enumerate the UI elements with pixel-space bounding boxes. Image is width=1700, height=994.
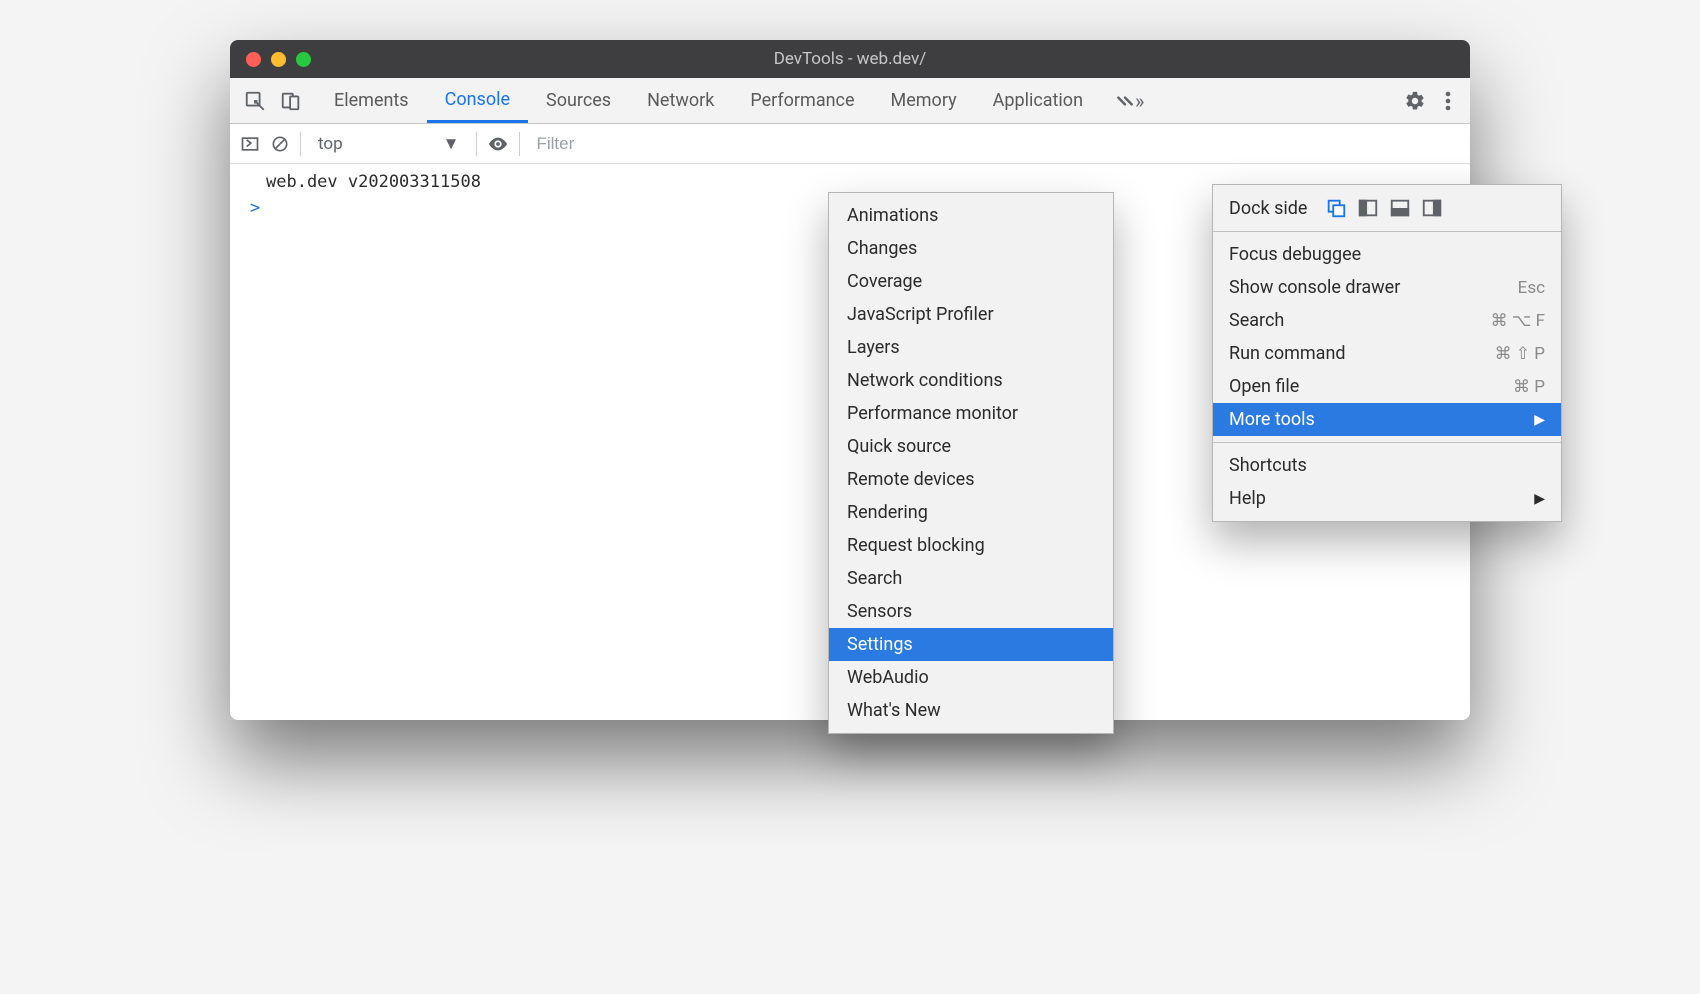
dock-undock-icon[interactable]	[1325, 197, 1347, 219]
more-tools-submenu: AnimationsChangesCoverageJavaScript Prof…	[828, 192, 1114, 734]
submenu-item-quick-source[interactable]: Quick source	[829, 430, 1113, 463]
close-window-button[interactable]	[246, 52, 261, 67]
menu-item-focus-debuggee[interactable]: Focus debuggee	[1213, 238, 1561, 271]
main-menu: Dock side	[1212, 184, 1562, 522]
menu-item-label: Help	[1229, 488, 1266, 509]
submenu-item-sensors[interactable]: Sensors	[829, 595, 1113, 628]
toggle-sidebar-icon[interactable]	[240, 134, 260, 154]
submenu-arrow-icon: ▶	[1534, 412, 1545, 428]
window-title: DevTools - web.dev/	[230, 49, 1470, 69]
dock-left-icon[interactable]	[1357, 197, 1379, 219]
dock-side-row: Dock side	[1213, 191, 1561, 225]
menu-item-show-console-drawer[interactable]: Show console drawer Esc	[1213, 271, 1561, 304]
menu-item-search[interactable]: Search ⌘ ⌥ F	[1213, 304, 1561, 337]
tab-application[interactable]: Application	[975, 78, 1101, 123]
traffic-lights	[230, 52, 311, 67]
submenu-item-what-s-new[interactable]: What's New	[829, 694, 1113, 727]
menu-item-label: Focus debuggee	[1229, 244, 1361, 265]
menu-item-shortcut: Esc	[1518, 278, 1545, 298]
toolbar-divider	[519, 132, 520, 156]
maximize-window-button[interactable]	[296, 52, 311, 67]
submenu-item-performance-monitor[interactable]: Performance monitor	[829, 397, 1113, 430]
menu-main-section: Focus debuggee Show console drawer Esc Sear…	[1213, 232, 1561, 442]
submenu-item-search[interactable]: Search	[829, 562, 1113, 595]
tab-network[interactable]: Network	[629, 78, 732, 123]
panel-tabs: ElementsConsoleSourcesNetworkPerformance…	[316, 78, 1101, 123]
menu-item-label: Shortcuts	[1229, 455, 1307, 476]
clear-console-icon[interactable]	[270, 134, 290, 154]
settings-icon[interactable]	[1404, 90, 1426, 112]
inspect-element-icon[interactable]	[244, 90, 266, 112]
submenu-item-rendering[interactable]: Rendering	[829, 496, 1113, 529]
tab-elements[interactable]: Elements	[316, 78, 427, 123]
kebab-menu-icon[interactable]	[1444, 90, 1452, 112]
submenu-item-coverage[interactable]: Coverage	[829, 265, 1113, 298]
menu-item-run-command[interactable]: Run command ⌘ ⇧ P	[1213, 337, 1561, 370]
menu-item-open-file[interactable]: Open file ⌘ P	[1213, 370, 1561, 403]
menu-item-label: More tools	[1229, 409, 1315, 430]
menu-item-shortcut: ⌘ P	[1513, 377, 1545, 397]
toolbar-divider	[476, 132, 477, 156]
menu-item-shortcut: ⌘ ⌥ F	[1491, 311, 1545, 331]
console-toolbar: top ▼	[230, 124, 1470, 164]
devtools-window: DevTools - web.dev/	[230, 40, 1470, 720]
tab-sources[interactable]: Sources	[528, 78, 629, 123]
submenu-item-changes[interactable]: Changes	[829, 232, 1113, 265]
tab-console[interactable]: Console	[427, 78, 528, 123]
context-selector-label: top	[318, 134, 343, 154]
menu-item-shortcut: ⌘ ⇧ P	[1495, 344, 1545, 364]
submenu-item-network-conditions[interactable]: Network conditions	[829, 364, 1113, 397]
submenu-item-remote-devices[interactable]: Remote devices	[829, 463, 1113, 496]
tab-performance[interactable]: Performance	[732, 78, 872, 123]
panel-tabbar: ElementsConsoleSourcesNetworkPerformance…	[230, 78, 1470, 124]
submenu-item-request-blocking[interactable]: Request blocking	[829, 529, 1113, 562]
menu-item-shortcuts[interactable]: Shortcuts	[1213, 449, 1561, 482]
submenu-arrow-icon: ▶	[1534, 491, 1545, 507]
menu-bottom-section: Shortcuts Help ▶	[1213, 443, 1561, 521]
tab-memory[interactable]: Memory	[873, 78, 975, 123]
live-expression-icon[interactable]	[487, 133, 509, 155]
submenu-item-webaudio[interactable]: WebAudio	[829, 661, 1113, 694]
toolbar-divider	[300, 132, 301, 156]
titlebar: DevTools - web.dev/	[230, 40, 1470, 78]
chevron-down-icon: ▼	[443, 134, 460, 154]
more-tabs-icon[interactable]: »	[1101, 78, 1158, 123]
minimize-window-button[interactable]	[271, 52, 286, 67]
menu-item-help[interactable]: Help ▶	[1213, 482, 1561, 515]
submenu-item-animations[interactable]: Animations	[829, 199, 1113, 232]
dock-side-label: Dock side	[1229, 198, 1307, 219]
dock-right-icon[interactable]	[1421, 197, 1443, 219]
dock-bottom-icon[interactable]	[1389, 197, 1411, 219]
filter-input[interactable]	[530, 130, 790, 158]
menu-item-more-tools[interactable]: More tools ▶	[1213, 403, 1561, 436]
menu-item-label: Open file	[1229, 376, 1299, 397]
menu-item-label: Search	[1229, 310, 1284, 331]
submenu-item-settings[interactable]: Settings	[829, 628, 1113, 661]
prompt-chevron-icon: >	[250, 198, 260, 218]
menu-item-label: Run command	[1229, 343, 1346, 364]
menu-item-label: Show console drawer	[1229, 277, 1400, 298]
context-selector[interactable]: top ▼	[311, 131, 466, 157]
device-toolbar-icon[interactable]	[280, 90, 302, 112]
submenu-item-layers[interactable]: Layers	[829, 331, 1113, 364]
submenu-item-javascript-profiler[interactable]: JavaScript Profiler	[829, 298, 1113, 331]
